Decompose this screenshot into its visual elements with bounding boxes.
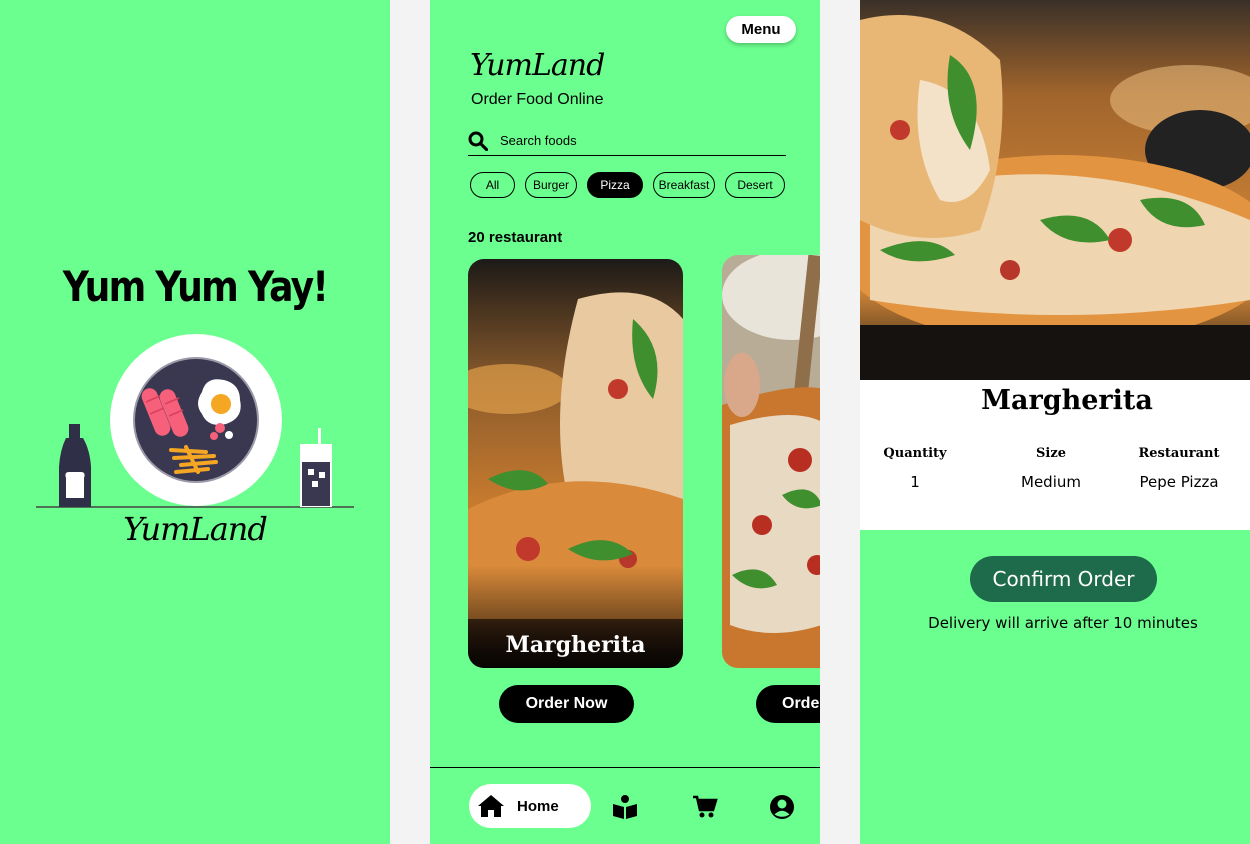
profile-icon[interactable] [769,794,795,820]
confirm-order-button[interactable]: Confirm Order [970,556,1157,602]
menu-button[interactable]: Menu [726,16,796,43]
order-now-button[interactable]: Order Now [756,685,820,723]
restaurant-count: 20 restaurant [468,229,563,246]
order-detail-screen: Margherita Quantity 1 Size Medium Restau… [860,0,1250,844]
chip-breakfast[interactable]: Breakfast [653,172,715,198]
chip-desert[interactable]: Desert [725,172,785,198]
menu-book-icon[interactable] [612,794,638,820]
restaurant-info: Restaurant Pepe Pizza [1124,446,1234,491]
brand-logo: YumLand [470,48,605,83]
size-info: Size Medium [996,446,1106,491]
search-icon[interactable] [468,131,488,151]
page-subtitle: Order Food Online [471,91,604,108]
category-filter: All Burger Pizza Breakfast Desert [470,172,795,198]
bottom-nav: Home [430,767,820,844]
cart-icon[interactable] [692,794,718,820]
nav-home-tab[interactable]: Home [469,784,591,828]
order-now-button[interactable]: Order Now [499,685,634,723]
chip-pizza[interactable]: Pizza [587,172,643,198]
dish-title: Margherita [981,385,1153,416]
pizza-photo [722,255,820,668]
size-label: Size [1036,446,1066,461]
restaurant-value: Pepe Pizza [1139,473,1219,491]
quantity-value: 1 [910,473,920,491]
card-title: Margherita [505,632,646,658]
splash-logo: YumLand [123,510,268,548]
splash-title: Yum Yum Yay! [62,262,329,311]
search-input[interactable] [500,133,760,148]
nav-home-label: Home [517,797,559,815]
splash-screen: Yum Yum Yay! YumLand [0,0,390,844]
size-value: Medium [1021,473,1081,491]
home-screen: Menu YumLand Order Food Online All Burge… [430,0,820,844]
delivery-note: Delivery will arrive after 10 minutes [928,614,1198,632]
quantity-info: Quantity 1 [860,446,970,491]
restaurant-label: Restaurant [1138,446,1220,461]
restaurant-card[interactable] [722,255,820,668]
pizza-hero-image [860,0,1250,380]
chip-all[interactable]: All [470,172,515,198]
pizza-photo [468,259,683,668]
chip-burger[interactable]: Burger [525,172,577,198]
sauce-bottle-icon [59,424,91,507]
home-icon [478,795,504,817]
quantity-label: Quantity [883,446,947,461]
food-plate-illustration [36,334,354,508]
restaurant-card[interactable]: Margherita [468,259,683,668]
search-bar [468,126,786,156]
drink-glass-icon [300,428,332,507]
